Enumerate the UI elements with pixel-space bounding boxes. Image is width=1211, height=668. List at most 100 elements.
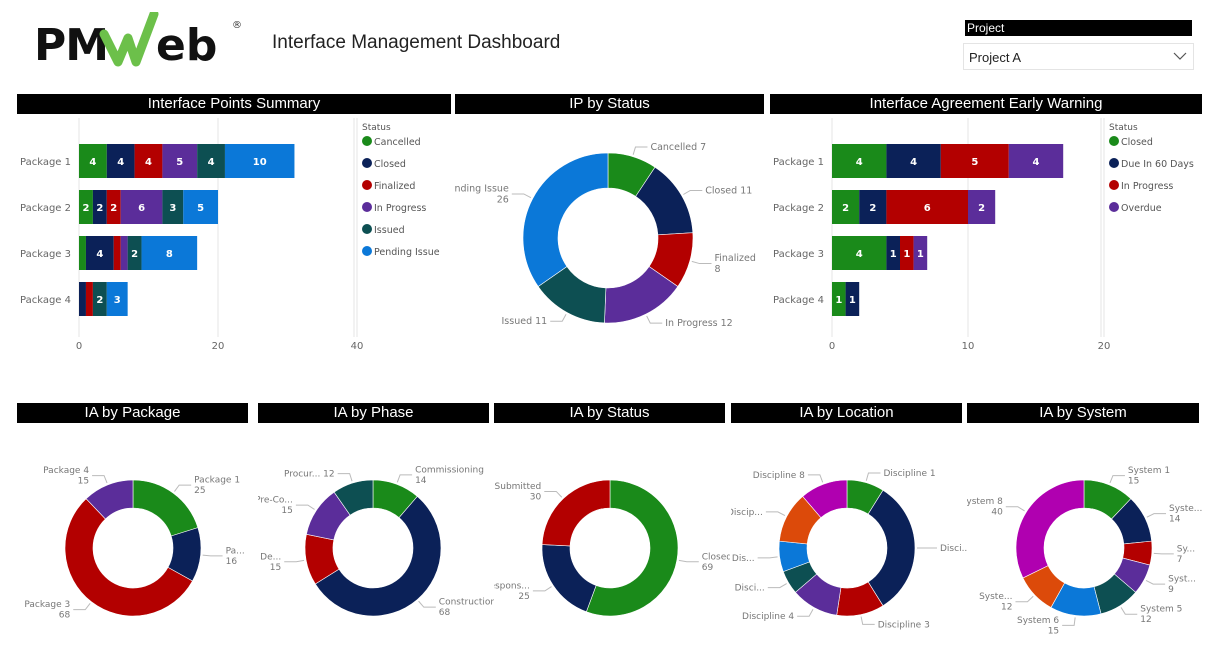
slice-label-line: Issued 11	[502, 316, 548, 327]
legend-item-issued[interactable]: Issued	[362, 224, 405, 236]
data-label: 4	[145, 157, 152, 168]
data-label: 2	[110, 203, 117, 214]
slice-label: Syste... 14	[1169, 504, 1202, 524]
data-label: 1	[890, 249, 897, 260]
legend-label: Closed	[374, 159, 406, 170]
slice-label-line: Disci...	[940, 544, 967, 554]
legend-item-due-in-60-days[interactable]: Due In 60 Days	[1109, 158, 1194, 170]
data-label: 1	[849, 295, 856, 306]
legend-item-finalized[interactable]: Finalized	[362, 180, 415, 192]
leader-line	[73, 603, 91, 611]
category-label: Package 1	[773, 157, 824, 168]
slice-label-line: Commissioning	[415, 465, 484, 475]
leader-line	[202, 554, 223, 557]
legend-item-pending-issue[interactable]: Pending Issue	[362, 246, 440, 258]
legend-item-closed[interactable]: Closed	[362, 158, 406, 170]
slice-label-line: 25	[518, 592, 529, 602]
data-label: 4	[89, 157, 96, 168]
slice-label-line: System 8	[967, 497, 1003, 507]
slice-label-line: Sy...	[1177, 544, 1195, 554]
ia-package-chart: Package 1 25 Pa... 16 Package 3 68 Package 4 15	[24, 466, 245, 621]
leader-line	[1153, 552, 1174, 555]
slice-label-line: 25	[194, 486, 205, 496]
ia-status-chart: Closed and...69 Respons...25 Submitted30	[494, 479, 730, 617]
legend-label: Cancelled	[374, 137, 421, 148]
leader-line	[807, 474, 824, 483]
slice-label-line: Pending Issue	[455, 183, 509, 194]
legend-marker	[1109, 180, 1119, 190]
category-label: Package 2	[20, 203, 71, 214]
bar-segment-closed[interactable]	[79, 282, 86, 316]
legend-label: Finalized	[374, 181, 415, 192]
legend-marker	[362, 180, 372, 190]
leader-line	[1109, 475, 1125, 484]
slice-label-line: 40	[991, 508, 1003, 518]
data-label: 2	[842, 203, 849, 214]
slice-label-line: 68	[439, 608, 451, 618]
x-tick-label: 20	[212, 341, 225, 352]
slice-label: In Progress 12	[665, 318, 733, 329]
bar-segment-finalized[interactable]	[85, 282, 93, 316]
bar-segment-finalized[interactable]	[113, 236, 121, 270]
slice-label-line: 15	[1048, 626, 1059, 636]
slice-label-line: 15	[270, 563, 281, 573]
svg-text:PM: PM	[34, 20, 108, 71]
legend-item-in-progress[interactable]: In Progress	[362, 202, 426, 214]
data-label: 4	[856, 249, 863, 260]
legend-item-cancelled[interactable]: Cancelled	[362, 136, 421, 148]
leader-line	[532, 586, 552, 592]
ia-warning-chart: 0 10 20 Package 1 4 4 5 4 Package 2 2 2 6 2 Package 3…	[773, 118, 1194, 352]
bar-segment-cancelled[interactable]	[79, 236, 86, 270]
ia-system-chart: System 1 15Syste... 14Sy... 7Syst... 9System…	[967, 466, 1202, 636]
data-label: 5	[176, 157, 183, 168]
slice-label-line: Submitted	[495, 482, 542, 492]
category-label: Package 2	[773, 203, 824, 214]
slice-label-line: Syste...	[979, 592, 1012, 602]
legend-marker	[1109, 202, 1119, 212]
data-label: 4	[910, 157, 917, 168]
legend-item-closed[interactable]: Closed	[1109, 136, 1153, 148]
legend-item-overdue[interactable]: Overdue	[1109, 202, 1162, 214]
legend-title: Status	[1109, 123, 1138, 133]
category-label: Package 4	[773, 295, 824, 306]
slice-label-line: Pa...	[226, 546, 245, 556]
leader-line	[1015, 595, 1034, 603]
leader-line	[550, 313, 567, 322]
ia-location-chart: Discipline 1 Disci... Discipline 3 Discipli…	[731, 469, 967, 630]
donut-slice-submitted[interactable]	[541, 479, 611, 547]
data-label: 2	[978, 203, 985, 214]
donut-slice-package-1[interactable]	[132, 479, 199, 537]
leader-line	[683, 190, 703, 195]
project-dropdown-value: Project A	[969, 50, 1022, 65]
donut-slice-disci[interactable]	[867, 489, 916, 607]
donut-slice-pending-issue[interactable]	[522, 152, 609, 287]
x-tick-label: 0	[76, 341, 82, 352]
leader-line	[92, 475, 108, 484]
slice-label-line: System 5	[1140, 605, 1182, 615]
slice-label-line: Syst...	[1168, 575, 1196, 585]
project-dropdown[interactable]: Project A	[963, 43, 1194, 70]
slice-label-line: Discipline 4	[742, 612, 794, 622]
data-label: 10	[253, 157, 267, 168]
slice-label: Package 1 25	[194, 476, 240, 497]
legend-item-in-progress[interactable]: In Progress	[1109, 180, 1173, 192]
slice-label-line: 26	[497, 194, 509, 205]
slice-label: Discipline 8	[753, 471, 805, 481]
bar-segment-in-progress[interactable]	[120, 236, 128, 270]
slice-label-line: System 1	[1128, 466, 1170, 476]
donut-slice-respons[interactable]	[541, 544, 597, 613]
leader-line	[646, 315, 663, 324]
slice-label-line: Pre-Co...	[258, 496, 293, 506]
data-label: 5	[197, 203, 204, 214]
project-slicer-label: Project	[965, 20, 1192, 36]
panel-title-ia-warning: Interface Agreement Early Warning	[770, 94, 1202, 114]
slice-label: Discip...	[731, 508, 763, 518]
leader-line	[691, 260, 712, 265]
slice-label: Discipline 1	[883, 469, 935, 479]
chevron-down-icon	[1173, 52, 1187, 60]
slice-label: Pre-Co... 15	[258, 496, 293, 516]
slice-label: Closed and...69	[702, 552, 730, 573]
leader-line	[767, 583, 787, 589]
donut-slice-system-8[interactable]	[1015, 479, 1085, 579]
slice-label: System 1 15	[1128, 466, 1170, 487]
